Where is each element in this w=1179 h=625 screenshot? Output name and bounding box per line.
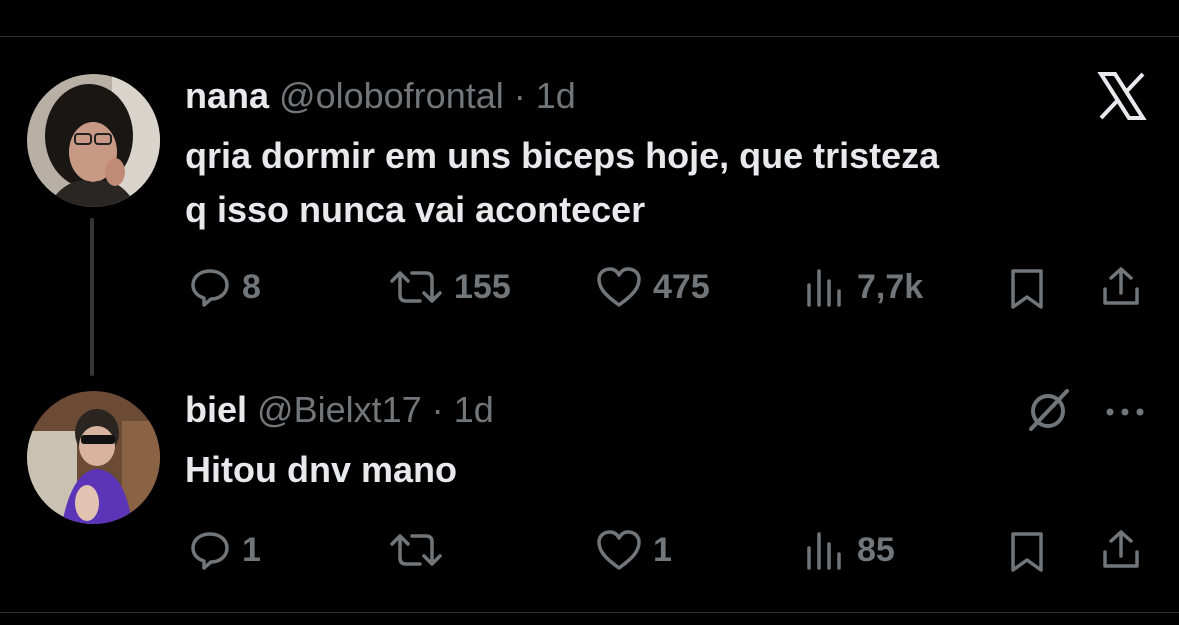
- reply-header: biel @Bielxt17 · 1d: [185, 388, 494, 432]
- like-count: 475: [653, 267, 710, 306]
- reply-bookmark-button[interactable]: [1007, 530, 1047, 579]
- avatar-biel[interactable]: [27, 391, 160, 524]
- reply-reply-count: 1: [242, 530, 261, 569]
- repost-icon: [390, 534, 442, 566]
- more-dots-icon[interactable]: [1104, 405, 1146, 423]
- reply-icon: [191, 532, 229, 570]
- reply-button[interactable]: 8: [188, 265, 261, 309]
- share-icon: [1103, 267, 1139, 305]
- views-count: 7,7k: [857, 267, 924, 306]
- reply-count: 8: [242, 267, 261, 306]
- reply-reply-button[interactable]: 1: [188, 528, 261, 572]
- share-button[interactable]: [1099, 265, 1143, 314]
- reply-repost-button[interactable]: [388, 528, 454, 572]
- author-name[interactable]: nana: [185, 75, 269, 116]
- author-handle[interactable]: @olobofrontal: [279, 75, 504, 116]
- tweet-text-line-1: qria dormir em uns biceps hoje, que tris…: [185, 135, 940, 176]
- like-button[interactable]: 475: [595, 265, 710, 309]
- bottom-divider: [0, 612, 1179, 613]
- avatar-nana[interactable]: [27, 74, 160, 207]
- views-button[interactable]: 7,7k: [803, 265, 923, 309]
- share-icon: [1103, 530, 1139, 568]
- heart-icon: [597, 530, 641, 570]
- top-divider: [0, 36, 1179, 37]
- views-icon: [807, 269, 841, 307]
- reply-author-name[interactable]: biel: [185, 389, 247, 430]
- reply-like-count: 1: [653, 530, 672, 569]
- header-separator: ·: [513, 75, 526, 116]
- reply-like-button[interactable]: 1: [595, 528, 672, 572]
- grok-icon[interactable]: [1023, 385, 1073, 440]
- reply-views-button[interactable]: 85: [803, 528, 895, 572]
- reply-views-count: 85: [857, 530, 895, 569]
- tweet-text-line-2: q isso nunca vai acontecer: [185, 189, 646, 230]
- reply-share-button[interactable]: [1099, 528, 1143, 577]
- x-logo-icon[interactable]: [1097, 72, 1147, 125]
- bookmark-button[interactable]: [1007, 267, 1047, 316]
- tweet-header: nana @olobofrontal · 1d: [185, 74, 576, 118]
- thread-connector-line: [90, 218, 94, 376]
- views-icon: [807, 532, 841, 570]
- reply-icon: [191, 269, 229, 307]
- repost-icon: [390, 271, 442, 303]
- reply-author-handle[interactable]: @Bielxt17: [257, 389, 422, 430]
- repost-count: 155: [454, 267, 511, 306]
- reply-header-separator: ·: [431, 389, 444, 430]
- tweet-time[interactable]: 1d: [536, 75, 576, 116]
- reply-text: Hitou dnv mano: [185, 449, 457, 490]
- bookmark-icon: [1011, 269, 1043, 309]
- bookmark-icon: [1011, 532, 1043, 572]
- reply-time[interactable]: 1d: [454, 389, 494, 430]
- heart-icon: [597, 267, 641, 307]
- repost-button[interactable]: 155: [388, 265, 511, 309]
